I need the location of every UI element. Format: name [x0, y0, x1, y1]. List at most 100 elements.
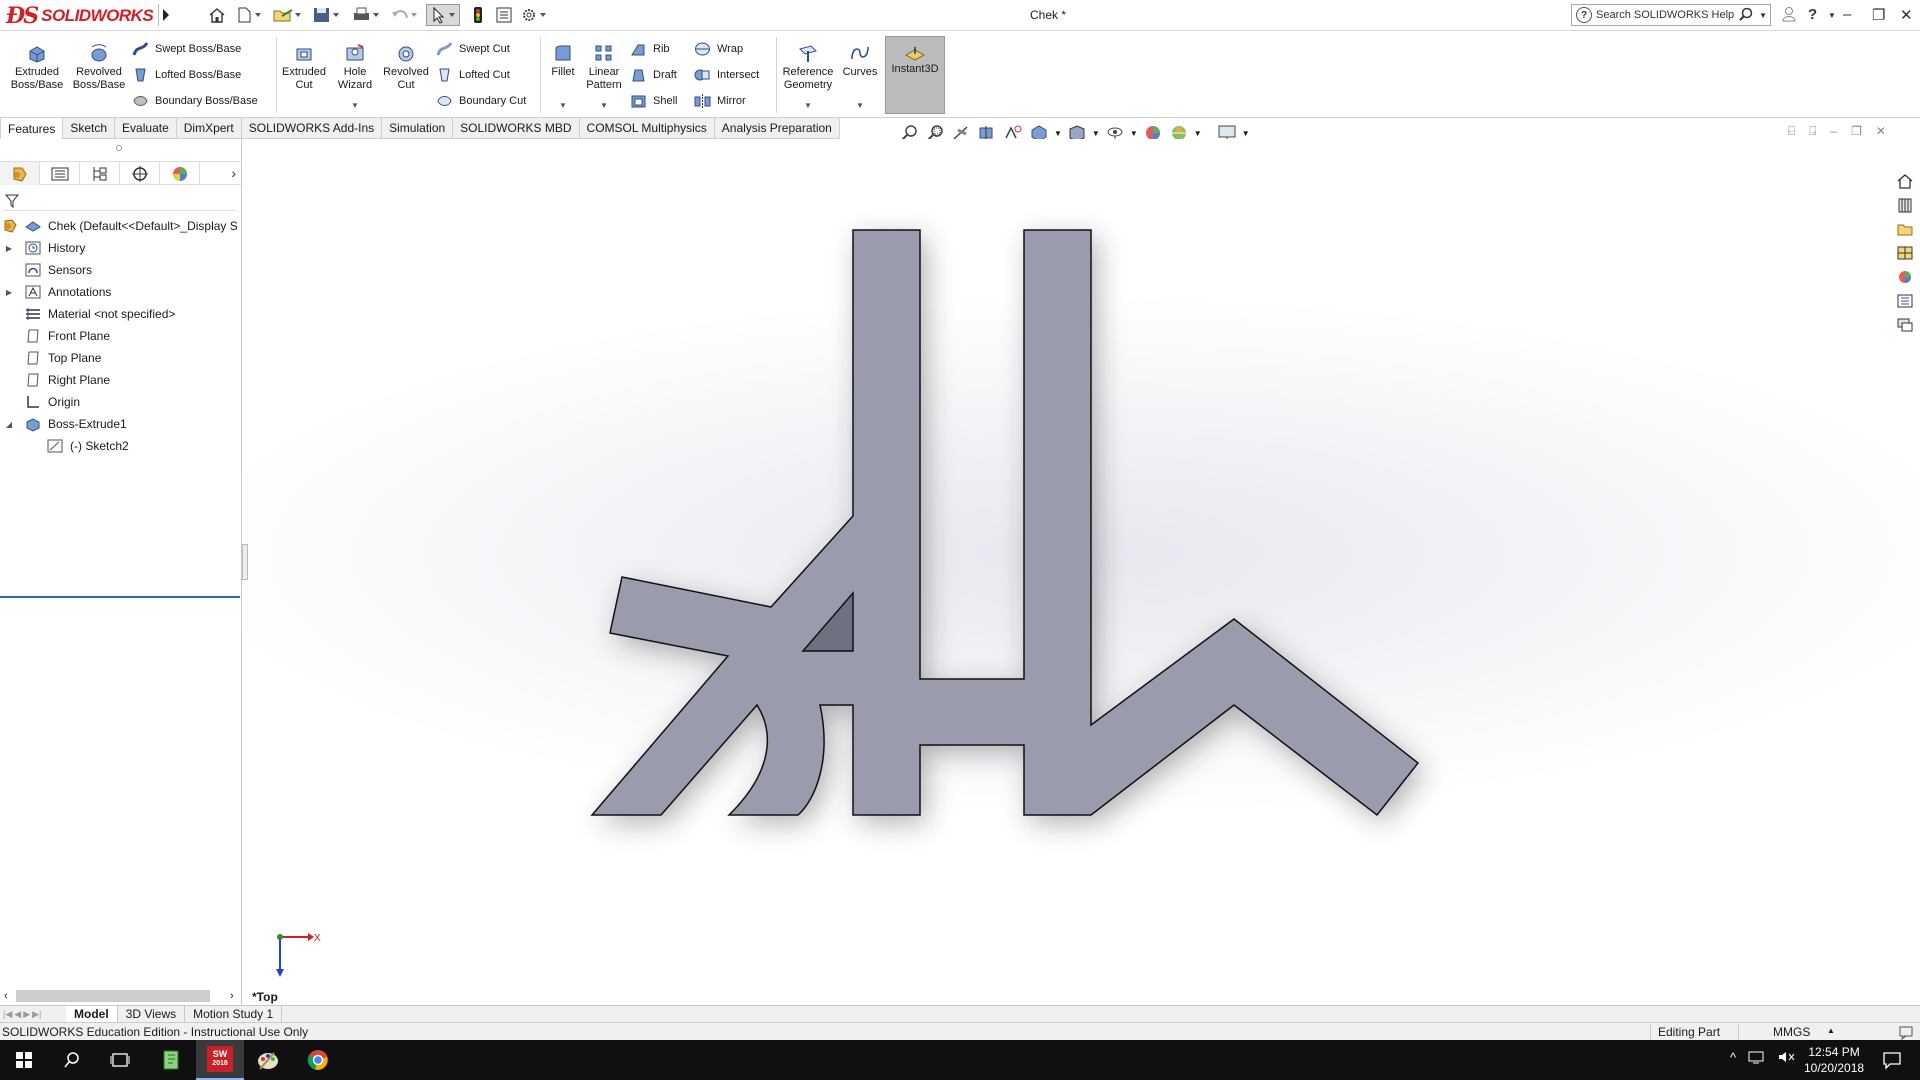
tab-comsol-multiphysics[interactable]: COMSOL Multiphysics	[578, 118, 715, 139]
rib-button[interactable]: Rib	[630, 41, 670, 57]
configuration-manager-tab-icon[interactable]	[80, 162, 120, 185]
tree-root-part[interactable]: Chek (Default<<Default>_Display S	[0, 215, 242, 237]
extruded-boss-button[interactable]: Extruded Boss/Base	[8, 43, 66, 92]
display-style-dropdown-icon[interactable]: ▼	[1092, 129, 1100, 138]
last-tab-icon[interactable]: ▶|	[32, 1009, 41, 1020]
view-settings-dropdown-icon[interactable]: ▼	[1242, 129, 1250, 138]
apply-scene-dropdown-icon[interactable]: ▼	[1194, 129, 1202, 138]
help-icon[interactable]: ?	[1808, 6, 1817, 23]
restore-icon[interactable]: ❐	[1872, 6, 1885, 24]
file-properties-icon[interactable]	[494, 4, 514, 26]
solidworks-resources-home-icon[interactable]	[1894, 171, 1916, 191]
task-view-icon[interactable]	[96, 1040, 144, 1080]
tree-item-material[interactable]: Material <not specified>	[0, 303, 242, 325]
save-icon[interactable]	[310, 4, 344, 26]
rebuild-icon[interactable]	[468, 4, 488, 26]
pane-handle-icon[interactable]	[116, 145, 122, 151]
fillet-button[interactable]: Fillet	[547, 43, 579, 79]
viewport-restore-icon[interactable]: ❐	[1851, 124, 1862, 139]
new-document-icon[interactable]	[234, 4, 264, 26]
tree-item-boss-extrude1[interactable]: ◢ Boss-Extrude1	[0, 413, 242, 435]
undo-icon[interactable]	[388, 4, 422, 26]
view-orientation-dropdown-icon[interactable]: ▼	[1054, 129, 1062, 138]
close-icon[interactable]: ✕	[1900, 6, 1913, 24]
mirror-button[interactable]: Mirror	[694, 93, 746, 109]
prev-tab-icon[interactable]: ◀	[14, 1009, 21, 1020]
menu-expand-arrow-icon[interactable]	[158, 4, 172, 26]
notepad-plus-plus-taskbar-icon[interactable]	[147, 1040, 195, 1080]
hole-wizard-button[interactable]: Hole Wizard	[332, 43, 378, 92]
unit-system-dropdown-icon[interactable]: ▲	[1827, 1026, 1835, 1035]
paint-taskbar-icon[interactable]	[244, 1040, 292, 1080]
fm-tabs-more-icon[interactable]: ›	[231, 165, 236, 181]
view-palette-icon[interactable]	[1894, 243, 1916, 263]
tree-item-front-plane[interactable]: Front Plane	[0, 325, 242, 347]
design-library-icon[interactable]	[1894, 195, 1916, 215]
appearances-scenes-icon[interactable]	[1894, 267, 1916, 287]
tab-dimxpert[interactable]: DimXpert	[175, 118, 242, 139]
pane-splitter-handle[interactable]	[242, 544, 248, 580]
reference-geometry-button[interactable]: Reference Geometry	[780, 43, 836, 92]
taskbar-clock[interactable]: 12:54 PM 10/20/2018	[1804, 1044, 1864, 1076]
revolved-boss-button[interactable]: Revolved Boss/Base	[70, 43, 128, 92]
display-manager-tab-icon[interactable]	[160, 162, 200, 185]
curves-dropdown-icon[interactable]: ▼	[856, 101, 864, 110]
viewport-close-icon[interactable]: ✕	[1876, 124, 1886, 139]
linear-pattern-dropdown-icon[interactable]: ▼	[600, 101, 608, 110]
reference-geometry-dropdown-icon[interactable]: ▼	[804, 101, 812, 110]
part-model-view[interactable]	[242, 139, 1920, 1005]
lofted-boss-button[interactable]: Lofted Boss/Base	[132, 67, 241, 83]
lofted-cut-button[interactable]: Lofted Cut	[436, 67, 510, 83]
tab-solidworks-add-ins[interactable]: SOLIDWORKS Add-Ins	[240, 118, 383, 139]
tree-item-sensors[interactable]: Sensors	[0, 259, 242, 281]
solidworks-taskbar-icon[interactable]: SW 2018	[196, 1040, 244, 1080]
open-icon[interactable]	[270, 4, 304, 26]
tree-item-history[interactable]: ▶ History	[0, 237, 242, 259]
tree-item-annotations[interactable]: ▶ Annotations	[0, 281, 242, 303]
graphics-area[interactable]: X *Top	[242, 139, 1920, 1005]
tree-item-right-plane[interactable]: Right Plane	[0, 369, 242, 391]
tree-item-sketch2[interactable]: (-) Sketch2	[0, 435, 242, 457]
search-icon[interactable]	[1739, 7, 1753, 24]
action-center-icon[interactable]	[1868, 1040, 1916, 1080]
fillet-dropdown-icon[interactable]: ▼	[559, 101, 567, 110]
next-tab-icon[interactable]: ▶	[23, 1009, 30, 1020]
viewport-forward-icon[interactable]: ⍈	[1809, 124, 1816, 139]
tab-solidworks-mbd[interactable]: SOLIDWORKS MBD	[452, 118, 580, 139]
print-icon[interactable]	[350, 4, 384, 26]
instant3d-button[interactable]: Instant3D	[885, 36, 945, 114]
windows-search-icon[interactable]	[48, 1040, 96, 1080]
linear-pattern-button[interactable]: Linear Pattern	[583, 43, 625, 92]
boundary-boss-button[interactable]: Boundary Boss/Base	[132, 93, 258, 109]
tab-model[interactable]: Model	[66, 1006, 118, 1022]
viewport-minimize-icon[interactable]: –	[1830, 124, 1837, 139]
scroll-left-icon[interactable]: ‹	[4, 990, 8, 1002]
tab-analysis-preparation[interactable]: Analysis Preparation	[713, 118, 840, 139]
network-icon[interactable]	[1748, 1050, 1766, 1067]
shell-button[interactable]: Shell	[630, 93, 677, 109]
extruded-part-body[interactable]	[590, 229, 1420, 817]
tab-features[interactable]: Features	[0, 118, 64, 139]
custom-properties-icon[interactable]	[1894, 291, 1916, 311]
tree-horizontal-scrollbar[interactable]: ‹ ›	[0, 988, 242, 1004]
swept-cut-button[interactable]: Swept Cut	[436, 41, 510, 57]
tab-simulation[interactable]: Simulation	[381, 118, 454, 139]
scroll-right-icon[interactable]: ›	[230, 990, 234, 1002]
file-explorer-icon[interactable]	[1894, 219, 1916, 239]
revolved-cut-button[interactable]: Revolved Cut	[382, 43, 430, 92]
solidworks-forum-icon[interactable]	[1894, 315, 1916, 335]
solidworks-logo[interactable]: ƉS SOLIDWORKS	[6, 2, 154, 30]
windows-start-icon[interactable]	[0, 1040, 48, 1080]
search-dropdown-icon[interactable]: ▼	[1759, 11, 1767, 20]
hide-show-dropdown-icon[interactable]: ▼	[1130, 129, 1138, 138]
first-tab-icon[interactable]: |◀	[3, 1009, 12, 1020]
expand-arrow-icon[interactable]: ▶	[4, 288, 14, 297]
expand-arrow-icon[interactable]: ▶	[4, 244, 14, 253]
property-manager-tab-icon[interactable]	[40, 162, 80, 185]
home-icon[interactable]	[206, 4, 228, 26]
intersect-button[interactable]: Intersect	[694, 67, 759, 83]
boundary-cut-button[interactable]: Boundary Cut	[436, 93, 526, 109]
viewport-back-icon[interactable]: ⍇	[1788, 124, 1795, 139]
dimxpert-manager-tab-icon[interactable]	[120, 162, 160, 185]
feature-tree-filter[interactable]	[4, 191, 236, 211]
